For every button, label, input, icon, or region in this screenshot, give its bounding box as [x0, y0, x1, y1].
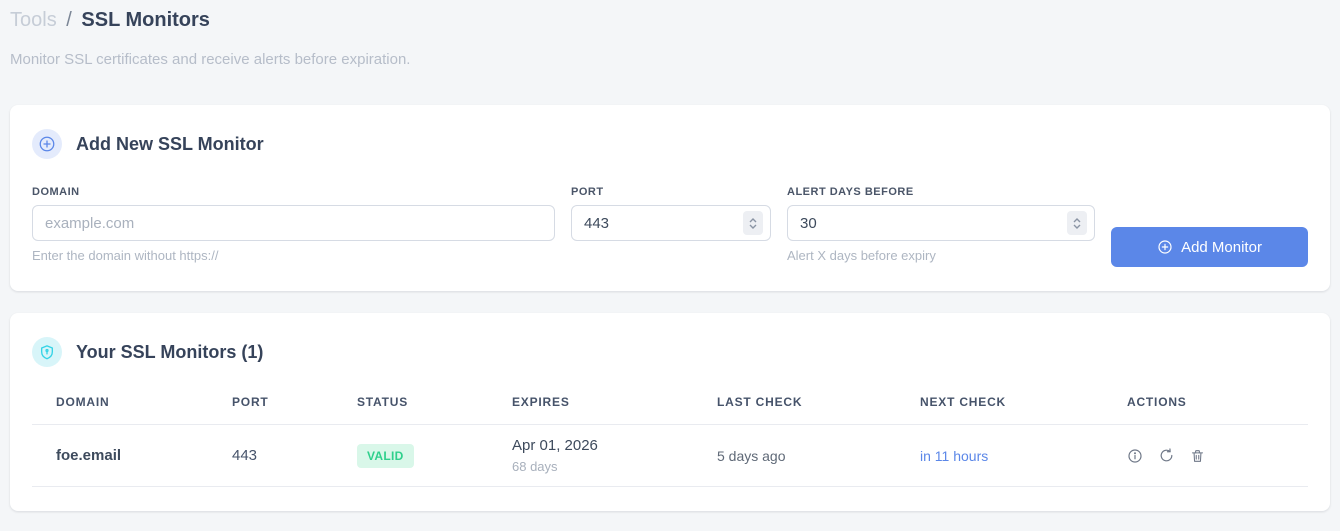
col-header-last-check: LAST CHECK [717, 391, 920, 425]
delete-button[interactable] [1190, 448, 1205, 464]
monitors-card-title: Your SSL Monitors (1) [76, 341, 264, 362]
monitor-port: 443 [232, 424, 357, 487]
plus-circle-icon [1158, 240, 1172, 254]
table-row: foe.email 443 VALID Apr 01, 2026 68 days… [32, 424, 1308, 487]
trash-icon [1191, 449, 1204, 462]
add-monitor-button-label: Add Monitor [1181, 238, 1262, 256]
refresh-icon [1160, 448, 1173, 462]
info-button[interactable] [1127, 448, 1143, 464]
alert-days-input[interactable] [787, 205, 1095, 241]
alert-days-field-group: ALERT DAYS BEFORE Alert X days before ex… [787, 186, 1095, 263]
monitors-card: Your SSL Monitors (1) DOMAIN PORT STATUS… [10, 313, 1330, 511]
row-actions [1127, 448, 1308, 464]
expires-days-remaining: 68 days [512, 459, 558, 474]
chevron-down-icon [1073, 224, 1081, 229]
col-header-expires: EXPIRES [512, 391, 717, 425]
monitor-status-cell: VALID [357, 424, 512, 487]
add-monitor-button[interactable]: Add Monitor [1111, 227, 1308, 267]
ssl-monitors-page: Tools / SSL Monitors Monitor SSL certifi… [0, 0, 1340, 511]
breadcrumb-tools[interactable]: Tools [10, 9, 57, 31]
domain-field-group: DOMAIN Enter the domain without https:// [32, 186, 555, 263]
shield-icon [32, 337, 62, 367]
monitor-last-check: 5 days ago [717, 424, 920, 487]
port-field-group: PORT [571, 186, 771, 241]
port-stepper[interactable] [743, 211, 763, 235]
page-subtitle: Monitor SSL certificates and receive ale… [10, 51, 411, 68]
monitors-table: DOMAIN PORT STATUS EXPIRES LAST CHECK NE… [32, 391, 1308, 487]
status-badge: VALID [357, 443, 414, 468]
col-header-next-check: NEXT CHECK [920, 391, 1127, 425]
monitor-actions-cell [1127, 424, 1308, 487]
add-monitor-card-header: Add New SSL Monitor [32, 129, 1308, 159]
col-header-port: PORT [232, 391, 357, 425]
table-header-row: DOMAIN PORT STATUS EXPIRES LAST CHECK NE… [32, 391, 1308, 425]
page-title: SSL Monitors [81, 9, 210, 31]
chevron-up-icon [1073, 217, 1081, 222]
add-monitor-card-title: Add New SSL Monitor [76, 133, 264, 154]
domain-helper: Enter the domain without https:// [32, 248, 219, 263]
monitor-next-check: in 11 hours [920, 424, 1127, 487]
breadcrumb-separator: / [66, 9, 72, 31]
port-input[interactable] [571, 205, 771, 241]
add-monitor-card: Add New SSL Monitor DOMAIN Enter the dom… [10, 105, 1330, 291]
monitor-domain: foe.email [32, 424, 232, 487]
chevron-up-icon [749, 217, 757, 222]
refresh-button[interactable] [1159, 448, 1174, 463]
add-monitor-form: DOMAIN Enter the domain without https://… [32, 186, 1308, 267]
monitor-expires-cell: Apr 01, 2026 68 days [512, 424, 717, 487]
monitors-card-header: Your SSL Monitors (1) [32, 337, 1308, 367]
breadcrumb: Tools / SSL Monitors [10, 0, 1330, 32]
port-label: PORT [571, 186, 604, 198]
domain-label: DOMAIN [32, 186, 80, 198]
alert-days-label: ALERT DAYS BEFORE [787, 186, 914, 198]
col-header-domain: DOMAIN [32, 391, 232, 425]
expires-date: Apr 01, 2026 [512, 437, 598, 454]
chevron-down-icon [749, 224, 757, 229]
domain-input[interactable] [32, 205, 555, 241]
alert-days-helper: Alert X days before expiry [787, 248, 936, 263]
info-icon [1128, 448, 1142, 463]
col-header-status: STATUS [357, 391, 512, 425]
alert-days-stepper[interactable] [1067, 211, 1087, 235]
plus-circle-icon [32, 129, 62, 159]
col-header-actions: ACTIONS [1127, 391, 1308, 425]
